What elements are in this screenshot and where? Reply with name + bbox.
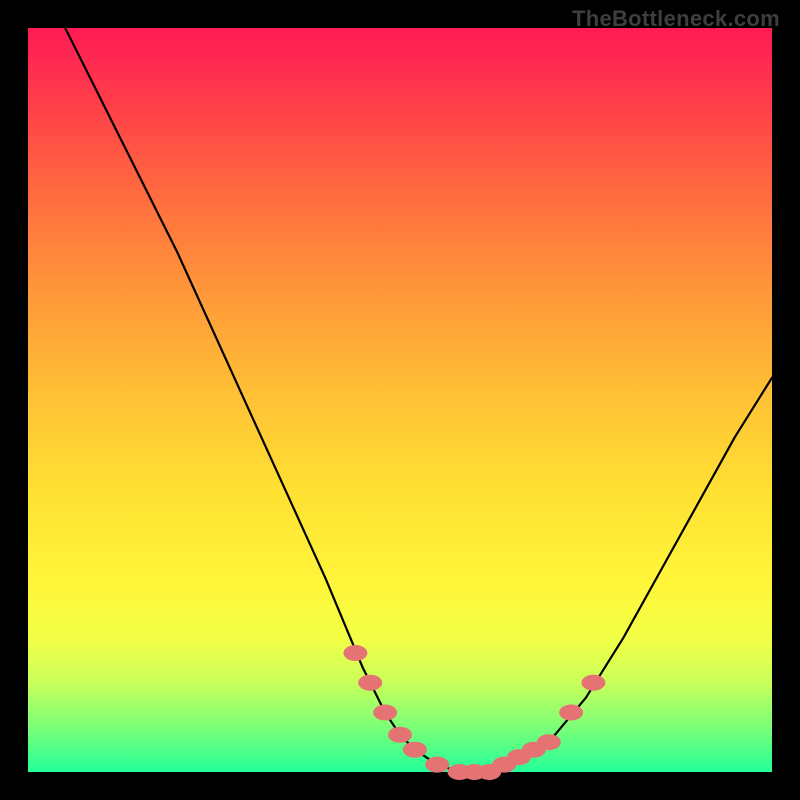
watermark-text: TheBottleneck.com: [572, 6, 780, 32]
marker-point: [537, 734, 561, 750]
marker-point: [358, 675, 382, 691]
chart-svg: [28, 28, 772, 772]
highlight-markers: [343, 645, 605, 780]
marker-point: [559, 705, 583, 721]
chart-frame: [28, 28, 772, 772]
marker-point: [581, 675, 605, 691]
marker-point: [403, 742, 427, 758]
bottleneck-curve: [65, 28, 772, 772]
marker-point: [373, 705, 397, 721]
marker-point: [425, 757, 449, 773]
marker-point: [343, 645, 367, 661]
marker-point: [388, 727, 412, 743]
